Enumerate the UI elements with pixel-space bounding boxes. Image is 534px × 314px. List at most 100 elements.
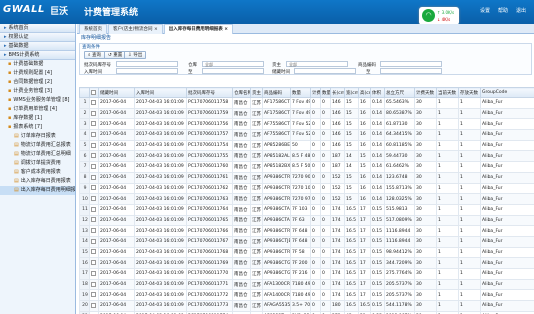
sidebar-item[interactable]: ▤ 调拨订单提货费用: [0, 159, 75, 168]
row-checkbox[interactable]: [91, 292, 96, 298]
sidebar-item[interactable]: ▤ 物流订单费用汇总明细: [0, 150, 75, 159]
storage-from-input[interactable]: [294, 68, 356, 74]
sidebar-item[interactable]: ▪ 计费基础数据: [0, 60, 75, 69]
row-checkbox[interactable]: [91, 121, 96, 127]
row-checkbox[interactable]: [91, 270, 96, 276]
row-checkbox-cell: [89, 257, 99, 269]
tab[interactable]: 出入库存每日费用明细报表 ×: [163, 24, 234, 34]
table-row[interactable]: 12 2017-06-04 2017-04-03 16:01:09 PC1707060…: [79, 214, 534, 227]
column-header[interactable]: 计费1: [310, 87, 321, 98]
sidebar-item[interactable]: ▸ 基础数据: [0, 42, 75, 51]
sidebar-item[interactable]: ▪ 订单费用单管理 [4]: [0, 105, 75, 114]
table-row[interactable]: 10 2017-06-04 2017-04-03 16:01:09 PC1707060…: [79, 193, 534, 205]
network-speed-widget[interactable]: ◠ ↑ 3.0K/s ↓ 4K/s: [419, 7, 459, 25]
sidebar-item[interactable]: ▸ BMS计费系统: [0, 51, 75, 60]
table-row[interactable]: 13 2017-06-04 2017-04-03 16:01:09 PC1707060…: [79, 225, 534, 237]
column-header[interactable]: 货主: [250, 87, 263, 98]
tab[interactable]: 系统首页: [79, 24, 107, 34]
row-checkbox[interactable]: [91, 110, 96, 116]
table-row[interactable]: 8 2017-06-04 2017-04-03 16:01:09 PC17070601…: [79, 171, 534, 184]
table-row[interactable]: 6 2017-06-04 2017-04-03 16:01:09 PC17070601…: [79, 150, 534, 163]
table-row[interactable]: 20 2017-06-04 2017-04-03 16:01:09 PC1707060…: [79, 300, 534, 312]
row-checkbox[interactable]: [91, 196, 96, 202]
reset-button[interactable]: ↺ 重置: [104, 51, 127, 59]
select-all-checkbox[interactable]: [91, 89, 96, 95]
settings-link[interactable]: 设置: [480, 7, 490, 14]
column-header[interactable]: 仓库名称: [232, 87, 251, 98]
table-row[interactable]: 7 2017-06-04 2017-04-03 16:01:09 PC17070601…: [79, 161, 534, 173]
warehouse-select[interactable]: 全部: [202, 61, 264, 67]
table-row[interactable]: 17 2017-06-04 2017-04-03 16:01:09 PC1707060…: [79, 268, 534, 280]
row-checkbox[interactable]: [91, 249, 96, 255]
table-row[interactable]: 5 2017-06-04 2017-04-03 16:01:09 PC17070601…: [79, 139, 534, 152]
column-header[interactable]: 长(cm): [330, 87, 345, 98]
sidebar-item[interactable]: ▤ 出入库存每日费用报表: [0, 177, 75, 186]
column-header[interactable]: 当前天数: [436, 87, 459, 98]
row-checkbox[interactable]: [91, 228, 96, 234]
sidebar-item[interactable]: ▤ 出入库存每日费用明细报表: [0, 186, 75, 195]
row-checkbox[interactable]: [91, 142, 96, 148]
row-checkbox[interactable]: [91, 163, 96, 169]
table-row[interactable]: 11 2017-06-04 2017-04-03 16:01:09 PC1707060…: [79, 203, 534, 216]
sku-input[interactable]: [380, 61, 442, 67]
column-header[interactable]: 总立方尺: [384, 87, 415, 98]
column-header[interactable]: 数量: [290, 87, 311, 98]
row-checkbox[interactable]: [91, 131, 96, 137]
row-checkbox[interactable]: [91, 238, 96, 244]
table-row[interactable]: 9 2017-06-04 2017-04-03 16:01:09 PC17070601…: [79, 182, 534, 195]
sidebar-item[interactable]: ▪ 合同数据管理 [2]: [0, 78, 75, 87]
column-header[interactable]: 批次码库存号: [186, 87, 233, 98]
sidebar-item[interactable]: ▪ 报表系统 [7]: [0, 123, 75, 132]
column-header[interactable]: 高(cm): [358, 87, 371, 98]
search-button[interactable]: ⌕ 查询: [84, 51, 105, 59]
inbound-to-input[interactable]: [202, 68, 264, 74]
column-header[interactable]: 计费天数: [414, 87, 437, 98]
inbound-from-input[interactable]: [116, 68, 178, 74]
column-header[interactable]: 存放天数: [458, 87, 481, 98]
sidebar-item[interactable]: ▤ 客户成本费用报表: [0, 168, 75, 177]
row-checkbox[interactable]: [91, 153, 96, 159]
owner-select[interactable]: 全部: [286, 61, 348, 67]
logout-link[interactable]: 退出: [516, 7, 526, 14]
row-checkbox[interactable]: [91, 174, 96, 180]
sidebar-item[interactable]: ▸ 权限认证: [0, 33, 75, 42]
sidebar-item-label: 权限认证: [8, 34, 29, 40]
sidebar-item[interactable]: ▸ 系统首页: [0, 24, 75, 33]
sidebar-item[interactable]: ▪ 库存数据 [1]: [0, 114, 75, 123]
row-checkbox[interactable]: [91, 217, 96, 223]
sidebar-item[interactable]: ▪ 计费业务管理 [3]: [0, 87, 75, 96]
row-checkbox[interactable]: [91, 206, 96, 212]
storage-to-input[interactable]: [380, 68, 442, 74]
column-header[interactable]: [89, 87, 99, 98]
export-button[interactable]: ⇩ 导出: [124, 51, 147, 59]
tab[interactable]: 客户(店主)物流合同 ×: [108, 24, 163, 34]
column-header[interactable]: 商品编码: [262, 87, 291, 98]
table-row[interactable]: 14 2017-06-04 2017-04-03 16:01:09 PC1707060…: [79, 235, 534, 248]
sidebar-item[interactable]: ▪ 计费规则配置 [4]: [0, 69, 75, 78]
batch-input[interactable]: [116, 61, 178, 67]
sidebar-item[interactable]: ▪ WMS业务服务单管理 [8]: [0, 96, 75, 105]
column-header[interactable]: 体积: [370, 87, 385, 98]
row-checkbox[interactable]: [91, 99, 96, 105]
column-header[interactable]: 储藏时间: [98, 87, 135, 98]
row-checkbox[interactable]: [91, 281, 96, 287]
table-row[interactable]: 4 2017-06-04 2017-04-03 16:01:09 PC17070601…: [79, 129, 534, 141]
column-header[interactable]: GroupCode: [480, 87, 534, 98]
row-checkbox[interactable]: [91, 185, 96, 191]
table-row[interactable]: 18 2017-06-04 2017-04-03 16:01:09 PC1707060…: [79, 278, 534, 291]
table-row[interactable]: 2 2017-06-04 2017-04-03 16:01:09 PC17070601…: [79, 107, 534, 120]
row-checkbox[interactable]: [91, 302, 96, 308]
column-header[interactable]: 宽(cm): [344, 87, 359, 98]
row-checkbox[interactable]: [91, 260, 96, 266]
help-link[interactable]: 帮助: [498, 7, 508, 14]
sidebar-item[interactable]: ▤ 物流订单费用汇总报表: [0, 141, 75, 150]
table-row[interactable]: 1 2017-06-04 2017-04-03 16:01:09 PC17070601…: [79, 97, 534, 109]
table-row[interactable]: 15 2017-06-04 2017-04-03 16:01:09 PC1707060…: [79, 246, 534, 259]
sidebar-item[interactable]: ▤ 订单库存日报表: [0, 132, 75, 141]
table-row[interactable]: 16 2017-06-04 2017-04-03 16:01:09 PC1707060…: [79, 257, 534, 269]
table-cell: 1: [436, 235, 459, 248]
column-header[interactable]: 数量2: [320, 87, 331, 98]
column-header[interactable]: 入库时间: [134, 87, 187, 98]
table-row[interactable]: 19 2017-06-04 2017-04-03 16:01:09 PC1707060…: [79, 289, 534, 302]
table-row[interactable]: 3 2017-06-04 2017-04-03 16:01:09 PC17070601…: [79, 118, 534, 131]
